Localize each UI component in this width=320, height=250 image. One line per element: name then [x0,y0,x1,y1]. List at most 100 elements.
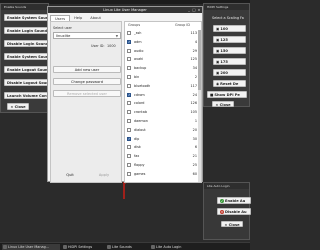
enable-autologin-button[interactable]: ✓ Enable Au [217,197,251,204]
scaling-heading: Select a Scaling Fa [212,16,244,20]
group-id: 105 [190,110,197,115]
scale-125-label: 125 [220,38,228,42]
sounds-close-button[interactable]: × Close [7,103,29,110]
group-checkbox[interactable] [127,83,131,88]
minimize-icon[interactable]: _ [187,8,191,12]
user-dropdown[interactable]: linuxlite ▼ [53,32,121,39]
group-row[interactable]: avahi 125 [127,56,199,63]
autologin-window: Lite Auto Login ✓ Enable Au ✕ Disable Au ×… [203,182,251,240]
taskbar-item-hidpi[interactable]: HiDPI Settings [62,244,104,250]
group-checkbox[interactable] [127,163,131,167]
taskbar-item-autologin[interactable]: Lite Auto Login [150,244,196,250]
group-checkbox[interactable] [127,110,131,115]
group-name: backup [134,66,147,71]
app-icon [3,245,7,249]
group-id: 126 [190,101,197,106]
autologin-close-button[interactable]: × Close [221,221,243,227]
user-id-value: 1000 [107,44,116,48]
enable-system-sounds-button[interactable]: Enable System Sounds [4,14,48,21]
monitor-icon: ▣ [216,38,220,42]
quit-button[interactable]: Quit [55,171,85,179]
scale-150-button[interactable]: ▣150 [213,47,246,54]
display-icon: ■ [210,93,214,97]
group-row[interactable]: audio 29 [127,48,199,55]
scale-200-button[interactable]: ▣200 [213,69,246,76]
show-dpi-button[interactable]: ■Show DPI Pe [207,91,247,98]
groups-scrollbar[interactable] [198,30,201,182]
cancel-icon: ✕ [220,210,224,214]
group-row[interactable]: dialout 20 [127,127,199,134]
scale-175-button[interactable]: ▣175 [213,58,246,65]
scaling-window: HiDPI Settings Select a Scaling Fa ▣100 … [203,3,250,107]
group-checkbox[interactable]: ✓ [127,92,131,97]
group-row[interactable]: bin 2 [127,74,199,81]
group-name: colord [134,101,145,106]
close-icon[interactable]: × [197,8,201,12]
group-id: 20 [192,127,197,132]
user-manager-title: Linux Lite User Manager [103,8,147,12]
group-row[interactable]: bluetooth 117 [127,83,199,90]
group-checkbox[interactable]: ✓ [127,39,131,44]
disable-logout-sound-button[interactable]: Disable Logout Sound [4,79,48,86]
enable-login-sound-button[interactable]: Enable Login Sound [4,27,48,34]
group-name: adm [134,39,142,44]
user-manager-titlebar[interactable]: Linux Lite User Manager _ □ × [48,7,202,13]
taskbar-item-sounds[interactable]: Lite Sounds [106,244,148,250]
taskbar-item-label: Lite Sounds [112,245,132,249]
enable-autologin-label: Enable Au [225,199,246,203]
group-id: 6 [194,145,197,150]
scale-100-button[interactable]: ▣100 [213,25,246,32]
group-row[interactable]: floppy 25 [127,162,199,169]
reset-default-button[interactable]: ◉Reset De [213,80,246,87]
group-name: cdrom [134,92,145,97]
group-checkbox[interactable] [127,75,131,79]
launch-volume-control-button[interactable]: Launch Volume Control [4,92,48,99]
group-row[interactable]: ✓ cdrom 24 [127,92,199,99]
group-checkbox[interactable] [127,48,131,53]
group-checkbox[interactable] [127,101,131,106]
group-row[interactable]: ✓ dip 30 [127,136,199,143]
group-row[interactable]: disk 6 [127,144,199,151]
group-row[interactable]: crontab 105 [127,109,199,116]
group-checkbox[interactable] [127,31,131,35]
group-checkbox[interactable]: ✓ [127,136,131,141]
group-checkbox[interactable] [127,171,131,176]
group-row[interactable]: backup 34 [127,65,199,72]
group-id: 21 [192,154,197,159]
group-checkbox[interactable] [127,127,131,132]
group-row[interactable]: games 60 [127,171,199,178]
group-row[interactable]: daemon 1 [127,118,199,125]
remove-user-button[interactable]: Remove selected user [53,90,121,97]
scrollbar-thumb[interactable] [198,30,201,90]
monitor-icon: ▣ [216,60,220,64]
scaling-close-button[interactable]: × Close [212,101,234,107]
maximize-icon[interactable]: □ [192,8,196,12]
group-checkbox[interactable] [127,154,131,159]
group-name: dialout [134,127,146,132]
group-row[interactable]: colord 126 [127,100,199,107]
group-row[interactable]: ✓ adm 4 [127,39,199,46]
disable-autologin-button[interactable]: ✕ Disable Au [217,208,251,215]
disable-login-sound-button[interactable]: Disable Login Sound [4,40,48,47]
group-checkbox[interactable] [127,145,131,150]
group-row[interactable]: fax 21 [127,153,199,160]
group-id: 29 [192,48,197,53]
group-id: 125 [190,57,197,62]
group-checkbox[interactable] [127,119,131,123]
enable-system-sounds-button-2[interactable]: Enable System Sounds [4,53,48,60]
chevron-down-icon: ▼ [115,34,118,38]
group-row[interactable]: _ssh 113 [127,30,199,37]
group-checkbox[interactable] [127,57,131,62]
enable-logout-sound-button[interactable]: Enable Logout Sound [4,66,48,73]
group-name: bluetooth [134,83,151,88]
add-user-button[interactable]: Add new user [53,66,121,73]
reset-icon: ◉ [216,82,220,86]
group-name: disk [134,145,141,150]
group-checkbox[interactable] [127,66,131,71]
taskbar-item-user-manager[interactable]: Linux Lite User Manag... [2,244,60,250]
change-password-button[interactable]: Change password [53,78,121,85]
group-name: fax [134,154,140,159]
group-name: audio [134,48,144,53]
apply-button[interactable]: Apply [89,171,119,179]
scale-125-button[interactable]: ▣125 [213,36,246,43]
